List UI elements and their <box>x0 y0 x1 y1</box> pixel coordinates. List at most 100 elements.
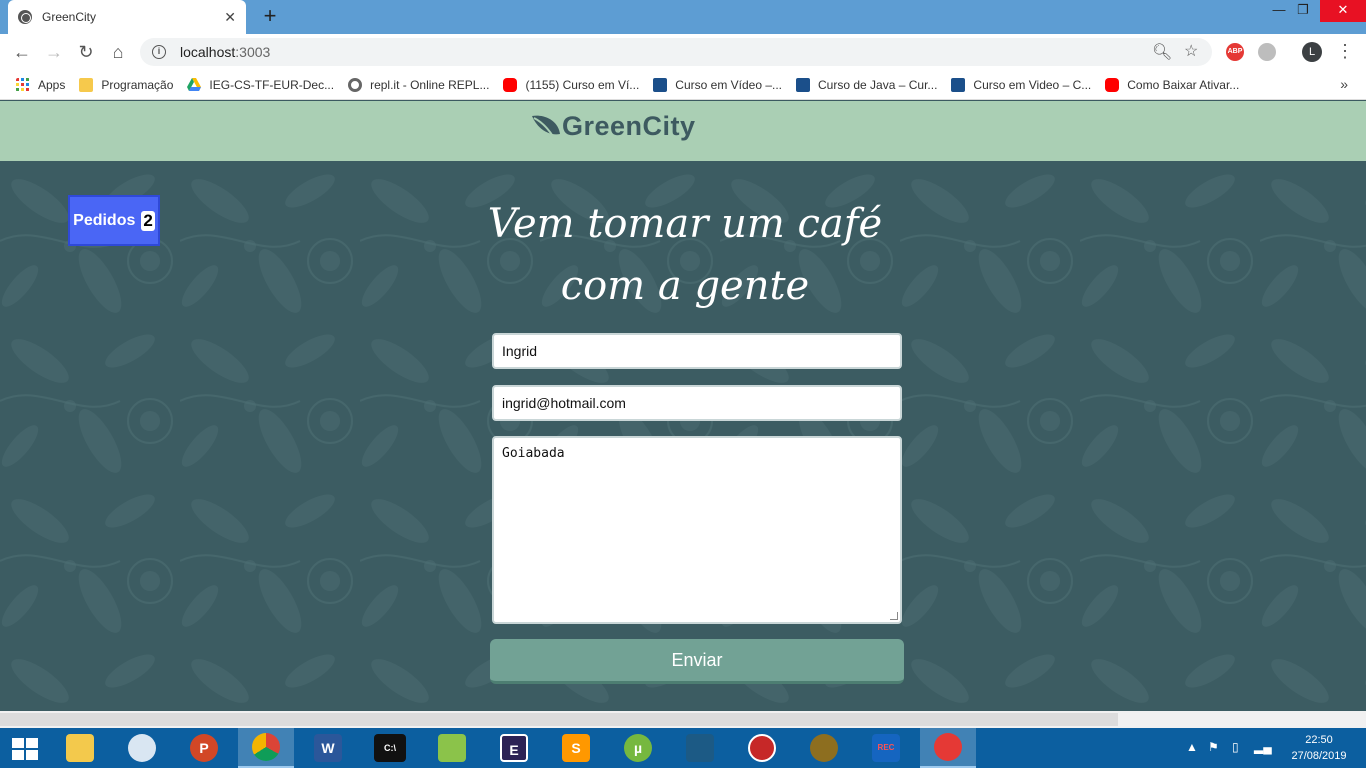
taskbar-command-prompt[interactable]: C:\ <box>362 728 418 768</box>
battery-icon[interactable]: ▯ <box>1232 740 1239 754</box>
taskbar: P W C:\ E S µ REC ▲ ⚑ ▯ ▂▄ 22:50 27/08/2… <box>0 728 1366 768</box>
tab-strip: GreenCity ✕ + — ❐ ✕ <box>0 0 1366 34</box>
ccleaner-icon <box>934 733 962 761</box>
tray-overflow-icon[interactable]: ▲ <box>1186 740 1198 754</box>
brand-logo[interactable]: GreenCity <box>530 111 696 142</box>
bookmark-label: repl.it - Online REPL... <box>370 77 490 92</box>
bookmark-youtube-1[interactable]: (1155) Curso em Ví... <box>503 77 639 92</box>
taskbar-file-explorer[interactable] <box>52 728 108 768</box>
bookmark-drive[interactable]: IEG-CS-TF-EUR-Dec... <box>187 77 335 92</box>
resize-handle[interactable] <box>890 612 898 620</box>
globe-icon <box>18 10 32 24</box>
taskbar-notepad-plus-plus[interactable] <box>424 728 480 768</box>
cursoemvideo-icon <box>653 77 668 92</box>
main-content: Pedidos 2 Vem tomar um café com a gente … <box>0 161 1366 711</box>
url-port: :3003 <box>235 44 271 60</box>
clock-time: 22:50 <box>1305 734 1333 746</box>
folder-icon <box>66 734 94 762</box>
menu-dots-icon[interactable]: ⋮ <box>1336 41 1354 62</box>
zoom-icon[interactable]: 🔍︎ <box>1152 42 1172 62</box>
home-icon[interactable]: ⌂ <box>106 40 130 64</box>
bookmark-label: Como Baixar Ativar... <box>1127 77 1240 92</box>
message-text: Goiabada <box>502 446 565 461</box>
paint-palette-icon <box>128 734 156 762</box>
bookmark-apps[interactable]: Apps <box>16 77 66 92</box>
bookmarks-overflow-button[interactable]: » <box>1340 76 1348 92</box>
bookmark-youtube-2[interactable]: Como Baixar Ativar... <box>1105 77 1240 92</box>
bookmark-label: IEG-CS-TF-EUR-Dec... <box>209 77 335 92</box>
orders-label: Pedidos <box>73 211 136 229</box>
taskbar-badge-app[interactable] <box>796 728 852 768</box>
record-icon: REC <box>872 734 900 762</box>
scrollbar-thumb[interactable] <box>0 713 1118 726</box>
close-tab-icon[interactable]: ✕ <box>224 9 236 26</box>
replit-icon <box>348 77 363 92</box>
word-icon: W <box>314 734 342 762</box>
url-host: localhost <box>180 44 236 60</box>
cursoemvideo-icon <box>951 77 966 92</box>
dolphin-icon <box>686 734 714 762</box>
bookmark-label: Programação <box>101 77 174 92</box>
name-input[interactable]: Ingrid <box>492 333 902 369</box>
taskbar-eclipse[interactable]: E <box>486 728 542 768</box>
address-bar[interactable]: i localhost:3003 🔍︎ ☆ <box>140 38 1212 66</box>
brand-name: GreenCity <box>562 111 696 141</box>
adblock-icon[interactable]: ABP <box>1226 43 1244 61</box>
network-signal-icon[interactable]: ▂▄ <box>1254 740 1272 754</box>
email-input[interactable]: ingrid@hotmail.com <box>492 385 902 421</box>
leaf-icon <box>532 115 560 139</box>
reload-icon[interactable]: ↻ <box>74 40 98 64</box>
message-textarea[interactable]: Goiabada <box>492 436 902 624</box>
taskbar-chrome[interactable] <box>238 728 294 768</box>
taskbar-ccleaner[interactable] <box>920 728 976 768</box>
action-center-icon[interactable]: ⚑ <box>1208 740 1219 754</box>
bookmark-cursoemvideo-2[interactable]: Curso de Java – Cur... <box>796 77 938 92</box>
close-window-button[interactable]: ✕ <box>1320 0 1366 22</box>
bookmark-label: Curso em Video – C... <box>973 77 1092 92</box>
headline-line-1: Vem tomar um café <box>487 201 883 247</box>
taskbar-screen-recorder[interactable]: REC <box>858 728 914 768</box>
apps-grid-icon <box>16 77 29 91</box>
new-tab-button[interactable]: + <box>258 4 282 28</box>
bookmark-replit[interactable]: repl.it - Online REPL... <box>348 77 490 92</box>
orders-button[interactable]: Pedidos 2 <box>68 195 160 246</box>
horizontal-scrollbar[interactable] <box>0 711 1366 728</box>
badge-icon <box>810 734 838 762</box>
star-icon[interactable]: ☆ <box>1184 41 1198 61</box>
bookmark-programacao[interactable]: Programação <box>79 77 174 92</box>
bookmark-label: Apps <box>38 77 66 92</box>
taskbar-utorrent[interactable]: µ <box>610 728 666 768</box>
google-drive-icon <box>187 77 202 91</box>
headline: Vem tomar um café com a gente <box>480 193 890 317</box>
bookmarks-bar: Apps Programação IEG-CS-TF-EUR-Dec... re… <box>0 70 1366 100</box>
taskbar-sublime-text[interactable]: S <box>548 728 604 768</box>
tab-title: GreenCity <box>42 10 97 24</box>
notepad-icon <box>438 734 466 762</box>
browser-tab[interactable]: GreenCity ✕ <box>8 0 246 34</box>
youtube-icon <box>1105 77 1120 92</box>
clock-date: 27/08/2019 <box>1291 750 1347 762</box>
taskbar-mysql-workbench[interactable] <box>672 728 728 768</box>
profile-avatar[interactable]: L <box>1302 42 1322 62</box>
send-button[interactable]: Enviar <box>490 639 904 684</box>
back-arrow-icon[interactable]: ← <box>10 40 34 64</box>
system-clock[interactable]: 22:50 27/08/2019 <box>1284 732 1354 764</box>
bookmark-label: Curso de Java – Cur... <box>818 77 938 92</box>
taskbar-powerpoint[interactable]: P <box>176 728 232 768</box>
cursoemvideo-icon <box>796 77 811 92</box>
taskbar-red-app[interactable] <box>734 728 790 768</box>
taskbar-paint[interactable] <box>114 728 170 768</box>
info-icon[interactable]: i <box>152 45 166 59</box>
bookmark-cursoemvideo-3[interactable]: Curso em Video – C... <box>951 77 1092 92</box>
browser-toolbar: ← → ↻ ⌂ i localhost:3003 🔍︎ ☆ ABP L ⋮ <box>0 34 1366 70</box>
utorrent-icon: µ <box>624 734 652 762</box>
bookmark-cursoemvideo-1[interactable]: Curso em Vídeo –... <box>653 77 783 92</box>
taskbar-word[interactable]: W <box>300 728 356 768</box>
terminal-icon: C:\ <box>374 734 406 762</box>
windows-start-icon[interactable] <box>12 738 38 760</box>
extension-icon[interactable] <box>1258 43 1276 61</box>
powerpoint-icon: P <box>190 734 218 762</box>
orders-count-badge: 2 <box>141 210 155 231</box>
forward-arrow-icon[interactable]: → <box>42 40 66 64</box>
bookmark-label: Curso em Vídeo –... <box>675 77 783 92</box>
